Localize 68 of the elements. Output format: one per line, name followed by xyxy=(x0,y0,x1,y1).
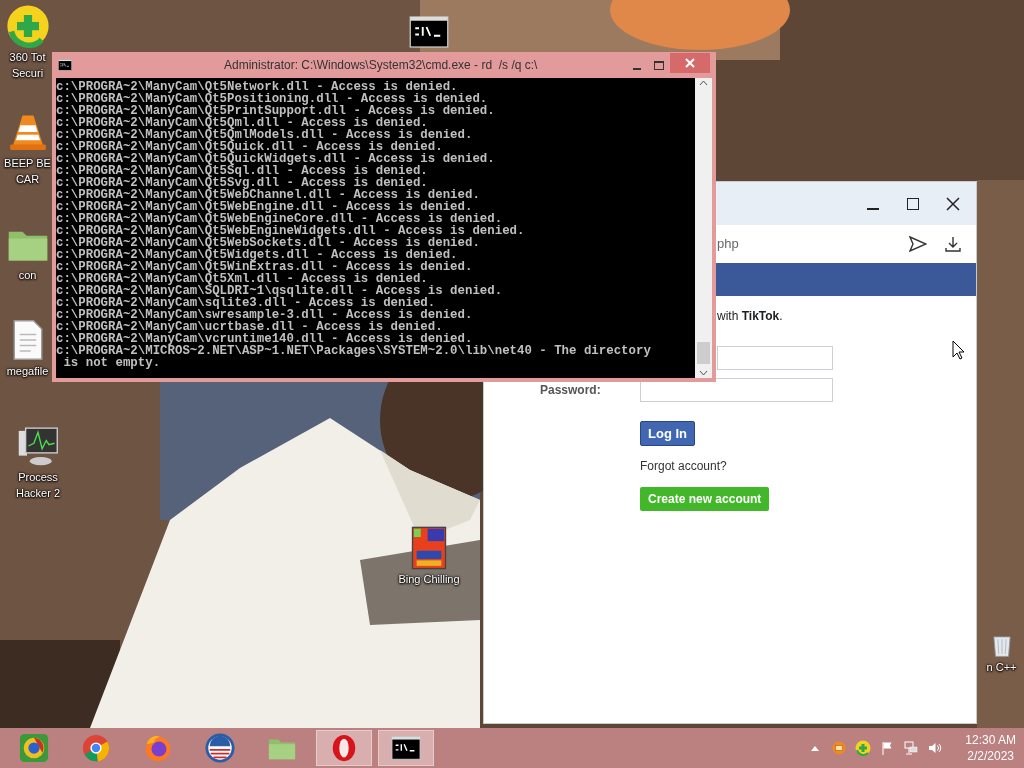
console-line: c:\PROGRA~2\ManyCam\Qt5WebEngineCore.dll - Access is denied. xyxy=(56,213,503,225)
scroll-thumb[interactable] xyxy=(697,342,710,364)
download-icon[interactable] xyxy=(945,236,961,252)
monitor-icon xyxy=(16,424,60,468)
close-icon xyxy=(946,196,960,211)
password-label: Password: xyxy=(540,382,602,399)
tricolor-circle-icon xyxy=(81,733,111,763)
stripes-circle-icon xyxy=(205,733,235,763)
console-line: c:\PROGRA~2\ManyCam\Qt5WebSockets.dll - Access is denied. xyxy=(56,237,480,249)
console-line: c:\PROGRA~2\ManyCam\Qt5Sql.dll - Access is denied. xyxy=(56,165,428,177)
icon-label: n C++ xyxy=(986,661,1017,674)
scroll-up-icon[interactable] xyxy=(699,80,708,86)
console-line: c:\PROGRA~2\ManyCam\Qt5QuickWidgets.dll - Access is denied. xyxy=(56,153,495,165)
console-line: c:\PROGRA~2\ManyCam\Qt5Quick.dll - Access is denied. xyxy=(56,141,443,153)
console-icon xyxy=(391,733,421,763)
console-line: c:\PROGRA~2\ManyCam\ucrtbase.dll - Access is denied. xyxy=(56,321,443,333)
plus-badge-icon xyxy=(5,4,50,48)
clock[interactable]: 12:30 AM 2/2/2023 xyxy=(965,732,1016,764)
flame-globe-icon xyxy=(143,733,173,763)
speaker-icon xyxy=(927,740,944,756)
console-line: c:\PROGRA~2\ManyCam\vcruntime140.dll - Access is denied. xyxy=(56,333,473,345)
console-icon xyxy=(58,58,72,72)
close-icon xyxy=(685,58,695,68)
console-line: c:\PROGRA~2\ManyCam\Qt5WinExtras.dll - Access is denied. xyxy=(56,261,473,273)
console-line: c:\PROGRA~2\ManyCam\Qt5PrintSupport.dll - Access is denied. xyxy=(56,105,495,117)
box-badge-icon xyxy=(831,740,848,756)
caret-icon[interactable] xyxy=(810,744,821,752)
icon-label: 360 Tot xyxy=(9,51,46,64)
console-line: c:\PROGRA~2\ManyCam\Qt5Svg.dll - Access is denied. xyxy=(56,177,428,189)
scrollbar[interactable] xyxy=(695,78,712,378)
password-field[interactable] xyxy=(640,378,833,402)
console-line: c:\PROGRA~2\ManyCam\Qt5Network.dll - Access is denied. xyxy=(56,81,458,93)
plus-badge-icon xyxy=(855,740,872,756)
swirl-icon xyxy=(19,733,49,763)
console-line: c:\PROGRA~2\ManyCam\swresample-3.dll - Access is denied. xyxy=(56,309,473,321)
console-line: is not empty. xyxy=(63,357,161,369)
send-icon[interactable] xyxy=(909,236,927,252)
notice-text: with TikTok. xyxy=(717,308,783,325)
icon-label: CAR xyxy=(15,173,40,186)
icon-label: Process xyxy=(18,471,58,484)
console-line: c:\PROGRA~2\ManyCam\sqlite3.dll - Access is denied. xyxy=(56,297,436,309)
login-button[interactable]: Log In xyxy=(640,421,695,446)
icon-label: BEEP BE xyxy=(4,157,51,170)
date-text: 2/2/2023 xyxy=(967,748,1014,764)
console-line: c:\PROGRA~2\ManyCam\SQLDRI~1\qsqlite.dll - Access is denied. xyxy=(56,285,503,297)
console-line: c:\PROGRA~2\ManyCam\Qt5WebEngine.dll - Access is denied. xyxy=(56,201,473,213)
window-title: Administrator: C:\Windows\System32\cmd.exe - rd /s /q c:\ xyxy=(224,57,538,74)
username-field[interactable] xyxy=(717,346,833,370)
icon-label: con xyxy=(18,269,37,282)
network-icon xyxy=(903,740,920,756)
console-line: c:\PROGRA~2\ManyCam\Qt5Widgets.dll - Access is denied. xyxy=(56,249,458,261)
scroll-down-icon[interactable] xyxy=(699,370,708,376)
icon-label: Bing Chilling xyxy=(398,573,460,586)
icon-label: Hacker 2 xyxy=(16,487,60,500)
console-line: c:\PROGRA~2\ManyCam\Qt5WebEngineWidgets.dll - Access is denied. xyxy=(56,225,525,237)
console-line: c:\PROGRA~2\ManyCam\Qt5Positioning.dll - Access is denied. xyxy=(56,93,488,105)
forgot-link[interactable]: Forgot account? xyxy=(640,457,727,475)
address-text[interactable]: php xyxy=(717,234,739,254)
console-line: c:\PROGRA~2\ManyCam\Qt5Xml.dll - Access is denied. xyxy=(56,273,428,285)
console-line: c:\PROGRA~2\MICROS~2.NET\ASP~1.NET\Packages\SYSTEM~2.0\lib\net40 - The directory xyxy=(56,345,651,357)
icon-label: megafile xyxy=(6,365,49,378)
console-line: c:\PROGRA~2\ManyCam\Qt5Qml.dll - Access is denied. xyxy=(56,117,428,129)
console-line: c:\PROGRA~2\ManyCam\Qt5QmlModels.dll - Access is denied. xyxy=(56,129,473,141)
cursor-icon xyxy=(952,340,965,360)
taskbar-button[interactable] xyxy=(378,730,434,766)
icon-label: Securi xyxy=(11,67,44,80)
time-text: 12:30 AM xyxy=(965,732,1016,748)
console-line: c:\PROGRA~2\ManyCam\Qt5WebChannel.dll - Access is denied. xyxy=(56,189,480,201)
